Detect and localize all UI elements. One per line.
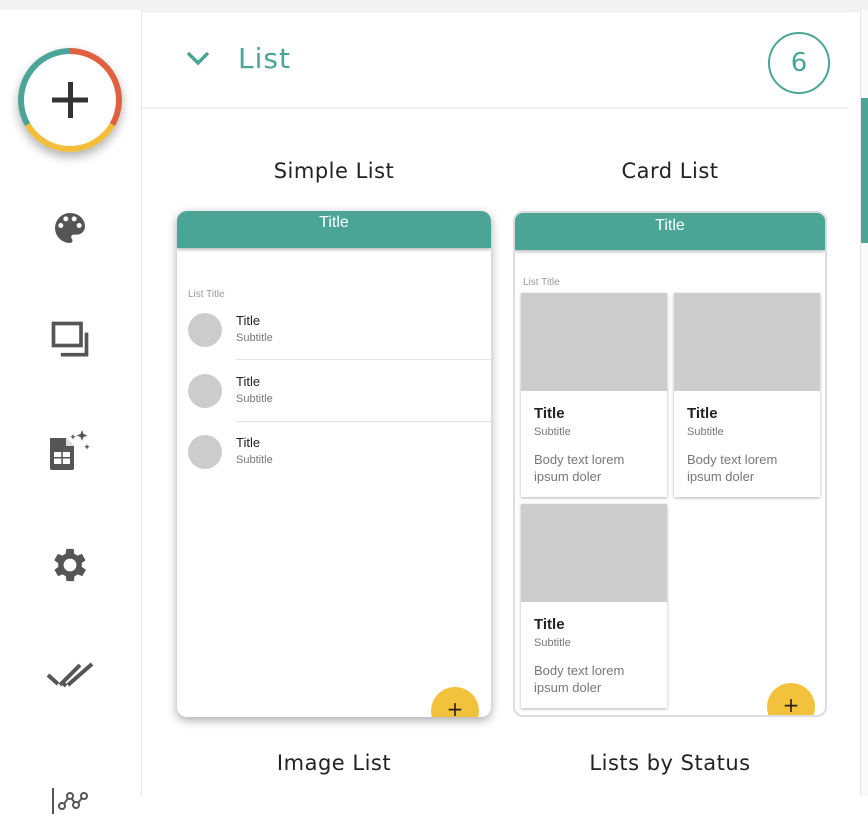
list-title: List Title: [523, 277, 560, 288]
double-check-icon[interactable]: [46, 654, 94, 702]
card-body: Body text lorem ipsum doler: [687, 452, 778, 484]
card-image: [521, 504, 667, 602]
divider: [236, 421, 491, 422]
row-title: Title: [236, 313, 261, 328]
sidebar: [0, 10, 142, 814]
row-title: Title: [236, 435, 261, 450]
sheet-sparkle-icon[interactable]: [46, 428, 94, 476]
preview-header: Title: [177, 211, 491, 248]
card-subtitle: Subtitle: [534, 637, 571, 649]
card: Title Subtitle Body text lorem ipsum dol…: [521, 293, 667, 497]
card-subtitle: Subtitle: [687, 426, 724, 438]
count-badge: 6: [768, 32, 830, 94]
list-title: List Title: [188, 289, 225, 300]
card: Title Subtitle Body text lorem ipsum dol…: [521, 504, 667, 708]
template-label: Image List: [276, 751, 392, 775]
avatar: [188, 435, 222, 469]
graph-icon[interactable]: [46, 770, 94, 818]
section-header[interactable]: List 6: [142, 10, 848, 109]
right-panel-edge: [860, 10, 868, 796]
gear-icon[interactable]: [46, 541, 94, 589]
template-label: Simple List: [273, 159, 395, 183]
add-button[interactable]: [18, 48, 122, 152]
divider: [236, 359, 491, 360]
card-title: Title: [687, 405, 718, 422]
row-subtitle: Subtitle: [236, 393, 273, 405]
template-label: Card List: [621, 159, 719, 183]
section-title: List: [238, 42, 291, 75]
row-subtitle: Subtitle: [236, 454, 273, 466]
chevron-down-icon[interactable]: [184, 48, 212, 68]
card-body: Body text lorem ipsum doler: [534, 452, 625, 484]
card-body: Body text lorem ipsum doler: [534, 663, 625, 695]
top-strip: [0, 0, 868, 10]
card-image: [674, 293, 820, 391]
avatar: [188, 374, 222, 408]
row-title: Title: [236, 374, 261, 389]
card-title: Title: [534, 405, 565, 422]
avatar: [188, 313, 222, 347]
fab-add: +: [431, 687, 479, 717]
plus-icon: [52, 82, 88, 118]
simple-list-preview[interactable]: Title List Title Title Subtitle Title Su…: [177, 211, 491, 717]
row-subtitle: Subtitle: [236, 332, 273, 344]
card-subtitle: Subtitle: [534, 426, 571, 438]
right-panel-preview: [861, 98, 868, 243]
fab-add: +: [767, 683, 815, 715]
card-list-preview[interactable]: Title List Title Title Subtitle Body tex…: [513, 211, 827, 717]
card-image: [521, 293, 667, 391]
windows-icon[interactable]: [46, 316, 94, 364]
card: Title Subtitle Body text lorem ipsum dol…: [674, 293, 820, 497]
palette-icon[interactable]: [46, 204, 94, 252]
template-label: Lists by Status: [589, 751, 751, 775]
preview-header: Title: [515, 213, 825, 250]
card-title: Title: [534, 616, 565, 633]
